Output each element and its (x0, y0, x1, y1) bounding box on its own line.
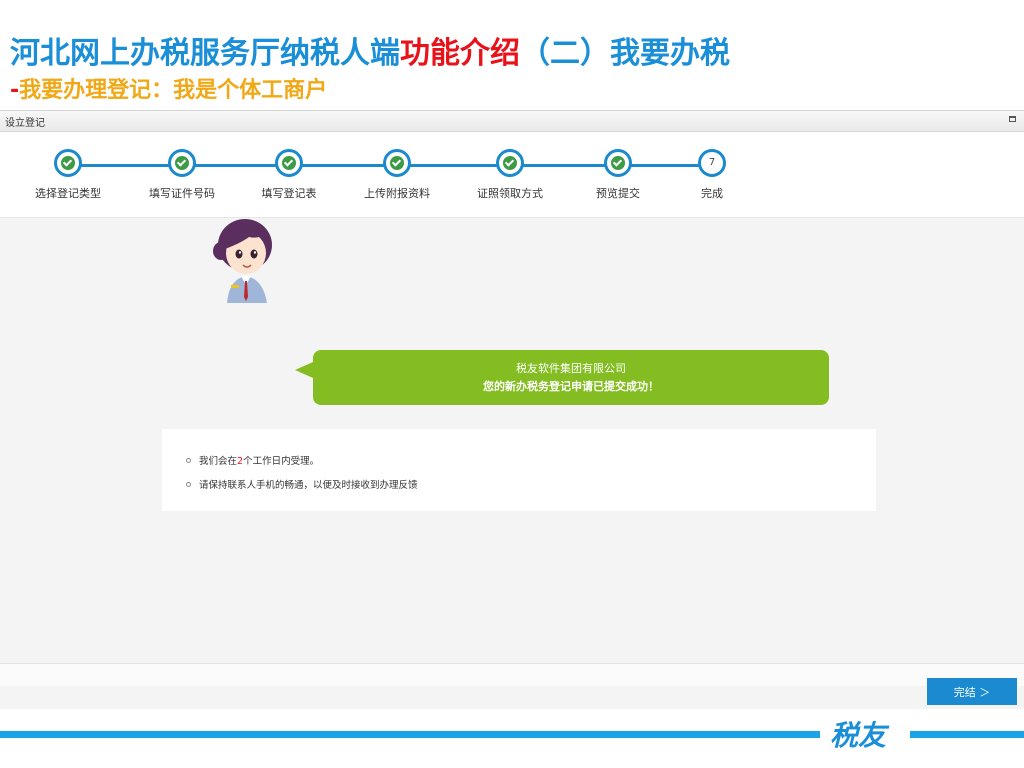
footer-logo: 税友 (830, 719, 887, 752)
step-6: 预览提交 (568, 149, 668, 201)
info-item-keep-phone: 请保持联系人手机的畅通，以便及时接收到办理反馈 (186, 477, 418, 491)
success-message-bubble: 税友软件集团有限公司 您的新办税务登记申请已提交成功！ (295, 350, 829, 405)
step-number: 7 (708, 157, 716, 168)
content-area: 税友软件集团有限公司 您的新办税务登记申请已提交成功！ 我们会在2个工作日内受理… (0, 218, 1024, 686)
step-label: 填写证件号码 (149, 187, 215, 200)
info-box: 我们会在2个工作日内受理。 请保持联系人手机的畅通，以便及时接收到办理反馈 (162, 429, 876, 511)
check-icon (61, 156, 75, 170)
info-line1-post: 个工作日内受理。 (243, 456, 320, 467)
slide-title-blue: 河北网上办税服务厅纳税人端 (10, 36, 400, 71)
tax-officer-avatar (213, 219, 272, 303)
maximize-icon[interactable] (1009, 116, 1016, 122)
check-icon (503, 156, 517, 170)
step-label: 完成 (701, 187, 723, 200)
step-label: 填写登记表 (261, 187, 317, 200)
step-7: 7 完成 (662, 149, 762, 201)
step-4: 上传附报资料 (347, 149, 447, 201)
slide-title-red: 功能介绍 (400, 36, 520, 71)
step-circle: 7 (698, 149, 726, 177)
step-circle (496, 149, 524, 177)
check-icon (390, 156, 404, 170)
info-line1-pre: 我们会在 (199, 456, 238, 467)
footer-line-left (0, 731, 820, 738)
step-circle (604, 149, 632, 177)
step-circle (168, 149, 196, 177)
company-name: 税友软件集团有限公司 (516, 362, 626, 375)
step-label: 证照领取方式 (477, 187, 543, 200)
slide-title-blue2: （二）我要办税 (520, 36, 730, 71)
bullet-icon (186, 458, 191, 463)
step-label: 上传附报资料 (364, 187, 430, 200)
registration-window: 设立登记 选择登记类型 填写证件号码 填写登记表 上传附报资料 证照领取方式 预… (0, 110, 1024, 709)
window-title: 设立登记 (5, 118, 45, 129)
slide-subtitle-text: 我要办理登记：我是个体工商户 (19, 78, 328, 103)
slide-subtitle: -我要办理登记：我是个体工商户 (10, 72, 328, 103)
footer-line-right (910, 731, 1024, 738)
info-line2: 请保持联系人手机的畅通，以便及时接收到办理反馈 (199, 480, 418, 491)
check-icon (175, 156, 189, 170)
step-label: 选择登记类型 (35, 187, 101, 200)
step-label: 预览提交 (596, 187, 640, 200)
finish-button[interactable]: 完结 ＞ (927, 678, 1017, 705)
success-message: 您的新办税务登记申请已提交成功！ (483, 380, 659, 393)
bullet-icon (186, 482, 191, 487)
step-5: 证照领取方式 (460, 149, 560, 201)
step-1: 选择登记类型 (18, 149, 118, 201)
step-3: 填写登记表 (239, 149, 339, 201)
step-circle (275, 149, 303, 177)
slide-title: 河北网上办税服务厅纳税人端功能介绍（二）我要办税 (10, 28, 730, 71)
check-icon (611, 156, 625, 170)
check-icon (282, 156, 296, 170)
step-circle (383, 149, 411, 177)
progress-steps: 选择登记类型 填写证件号码 填写登记表 上传附报资料 证照领取方式 预览提交 7… (0, 132, 1024, 218)
info-item-processing-time: 我们会在2个工作日内受理。 (186, 453, 319, 467)
window-titlebar: 设立登记 (0, 111, 1024, 132)
window-bottom-bar (0, 663, 1024, 686)
step-circle (54, 149, 82, 177)
step-2: 填写证件号码 (132, 149, 232, 201)
slide-subtitle-dash: - (10, 78, 20, 103)
